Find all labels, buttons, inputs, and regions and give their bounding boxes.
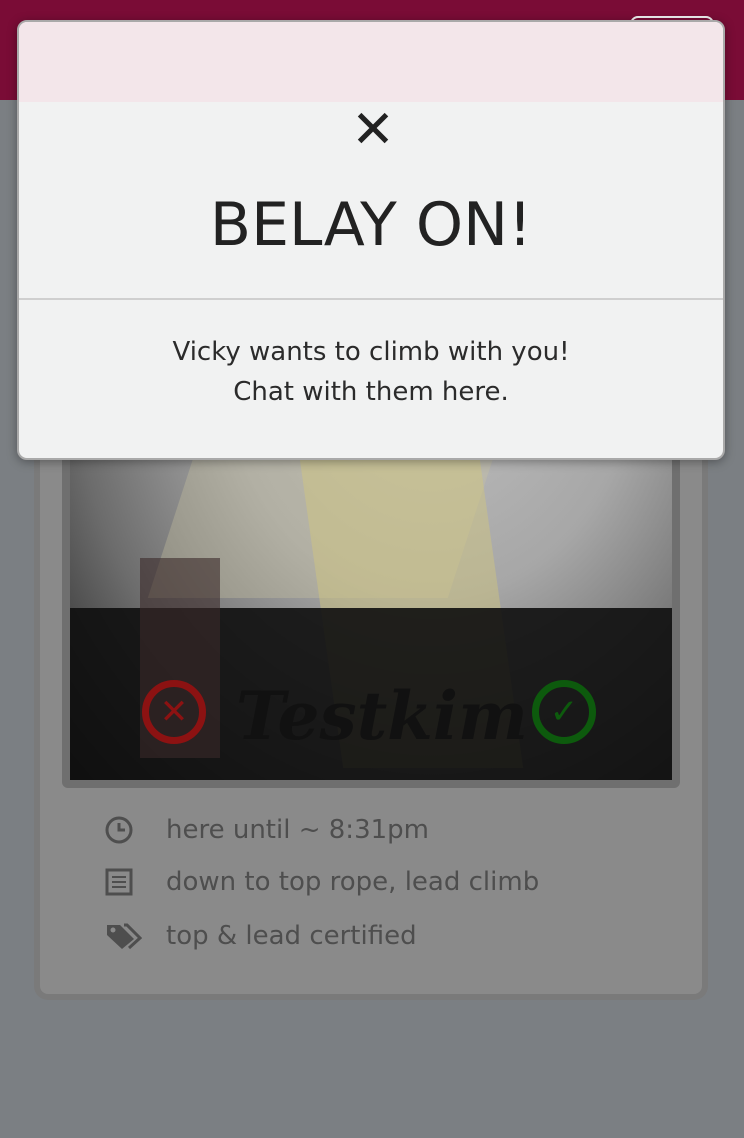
x-icon: ✕ <box>159 692 189 732</box>
modal-header <box>19 22 723 102</box>
tags-icon <box>104 921 160 951</box>
availability-text: here until ~ 8:31pm <box>166 815 429 845</box>
check-icon: ✓ <box>549 692 579 732</box>
reject-button[interactable]: ✕ <box>142 680 206 744</box>
info-row-certifications: top & lead certified <box>104 916 417 956</box>
modal-message[interactable]: Vicky wants to climb with you! Chat with… <box>19 332 723 412</box>
info-row-availability: here until ~ 8:31pm <box>104 810 429 850</box>
list-icon <box>104 867 160 897</box>
certifications-text: top & lead certified <box>166 921 417 951</box>
modal-message-line1: Vicky wants to climb with you! <box>172 337 570 367</box>
match-modal: ✕ BELAY ON! Vicky wants to climb with yo… <box>17 20 725 460</box>
modal-title: BELAY ON! <box>209 190 533 260</box>
profile-name: Testkim <box>236 677 528 755</box>
chat-link[interactable]: Chat with them here. <box>19 372 723 412</box>
climb-types-text: down to top rope, lead climb <box>166 867 540 897</box>
clock-icon <box>104 815 160 845</box>
close-icon: ✕ <box>351 100 395 160</box>
info-row-climb-types: down to top rope, lead climb <box>104 862 539 902</box>
modal-divider <box>19 298 723 300</box>
accept-button[interactable]: ✓ <box>532 680 596 744</box>
close-button[interactable]: ✕ <box>345 100 401 160</box>
